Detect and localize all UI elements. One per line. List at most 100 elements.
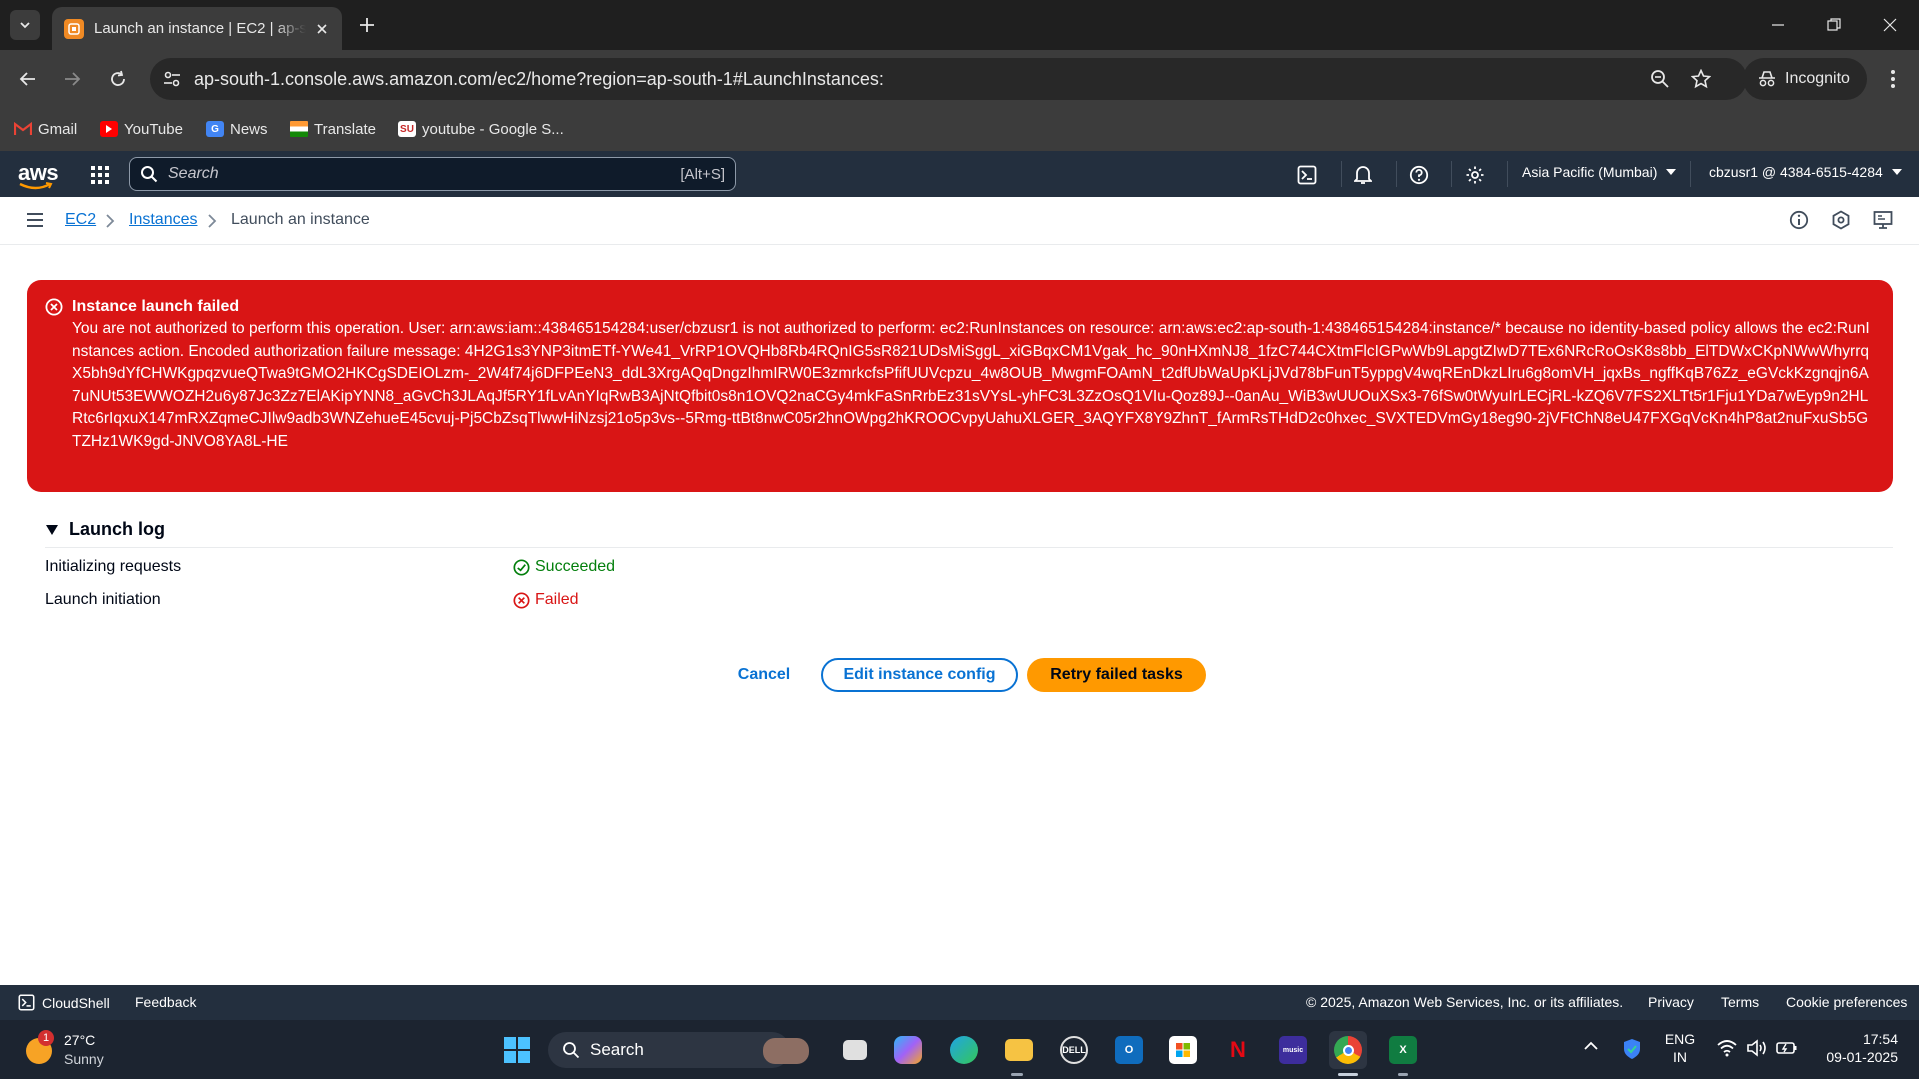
success-check-icon <box>513 558 530 576</box>
arrow-right-icon <box>65 72 81 86</box>
new-tab-button[interactable] <box>354 12 380 38</box>
side-nav-toggle[interactable] <box>26 211 44 229</box>
footer-cloudshell[interactable]: CloudShell <box>18 994 110 1011</box>
edge-button[interactable] <box>945 1031 983 1069</box>
file-explorer-button[interactable] <box>1000 1031 1038 1069</box>
bookmark-youtube-sheet[interactable]: SU youtube - Google S... <box>398 118 564 140</box>
hexagon-settings-icon[interactable] <box>1831 210 1851 230</box>
display-preferences-icon[interactable] <box>1873 210 1893 230</box>
excel-button[interactable]: X <box>1384 1031 1422 1069</box>
volume-icon[interactable] <box>1746 1039 1768 1057</box>
site-settings-icon[interactable] <box>162 69 182 89</box>
zoom-icon[interactable] <box>1650 69 1670 89</box>
chrome-icon <box>1334 1036 1362 1064</box>
footer-terms[interactable]: Terms <box>1721 994 1759 1010</box>
bookmark-gmail[interactable]: Gmail <box>14 118 77 140</box>
forward-button[interactable] <box>57 64 87 94</box>
language-bottom: IN <box>1673 1049 1687 1065</box>
log-step-status-failed: Failed <box>513 591 579 609</box>
taskbar-search[interactable]: Search <box>548 1032 809 1068</box>
caret-down-icon <box>46 524 58 535</box>
cloudshell-icon[interactable] <box>1295 163 1319 187</box>
nav-divider <box>1690 161 1691 187</box>
breadcrumb-instances[interactable]: Instances <box>129 211 197 229</box>
status-text: Succeeded <box>535 558 616 575</box>
caret-down-icon <box>1891 169 1902 175</box>
restore-button[interactable] <box>1814 10 1854 40</box>
search-placeholder: Search <box>168 165 219 182</box>
footer-copyright: © 2025, Amazon Web Services, Inc. or its… <box>1306 994 1624 1010</box>
edit-instance-config-button[interactable]: Edit instance config <box>821 658 1018 692</box>
dell-button[interactable]: DELL <box>1055 1031 1093 1069</box>
copilot-button[interactable] <box>889 1031 927 1069</box>
bookmark-news[interactable]: G News <box>206 118 268 140</box>
outlook-button[interactable]: O <box>1110 1031 1148 1069</box>
account-menu[interactable]: cbzusr1 @ 4384-6515-4284 <box>1709 164 1903 180</box>
bookmark-youtube[interactable]: YouTube <box>100 118 183 140</box>
chevron-right-icon <box>204 211 220 231</box>
account-label: cbzusr1 @ 4384-6515-4284 <box>1709 164 1883 180</box>
folder-icon <box>1005 1039 1033 1061</box>
launch-log-toggle[interactable]: Launch log <box>45 519 165 540</box>
excel-icon: X <box>1389 1036 1417 1064</box>
browser-tab-active[interactable]: Launch an instance | EC2 | ap-south-1 <box>52 7 342 50</box>
bookmark-label: youtube - Google S... <box>422 120 564 138</box>
settings-gear-icon[interactable] <box>1463 163 1487 187</box>
reload-button[interactable] <box>103 64 133 94</box>
aws-favicon-icon <box>64 18 84 39</box>
plus-icon <box>360 18 374 32</box>
battery-icon[interactable] <box>1776 1040 1798 1056</box>
tab-search-button[interactable] <box>10 10 40 40</box>
amazon-music-button[interactable]: music <box>1274 1031 1312 1069</box>
info-icon[interactable] <box>1789 210 1809 230</box>
clock[interactable]: 17:54 09-01-2025 <box>1808 1030 1898 1066</box>
address-bar[interactable]: ap-south-1.console.aws.amazon.com/ec2/ho… <box>150 58 1747 100</box>
back-button[interactable] <box>13 64 43 94</box>
nav-divider <box>1341 161 1342 187</box>
cancel-button[interactable]: Cancel <box>726 658 802 692</box>
url-text: ap-south-1.console.aws.amazon.com/ec2/ho… <box>194 68 884 89</box>
wifi-icon[interactable] <box>1716 1039 1738 1057</box>
log-step-label: Initializing requests <box>45 558 182 575</box>
task-view-button[interactable] <box>836 1031 874 1069</box>
start-button[interactable] <box>498 1031 536 1069</box>
weather-temp: 27°C <box>64 1032 96 1048</box>
language-indicator[interactable]: ENG IN <box>1660 1030 1700 1066</box>
close-window-button[interactable] <box>1870 10 1910 40</box>
services-menu-icon[interactable] <box>88 163 112 187</box>
caret-down-icon <box>1666 169 1677 175</box>
footer-cookie-preferences[interactable]: Cookie preferences <box>1786 994 1907 1010</box>
hamburger-menu-icon <box>27 213 43 227</box>
defender-shield-icon[interactable] <box>1622 1038 1642 1060</box>
aws-search-input[interactable]: Search [Alt+S] <box>129 157 736 191</box>
taskbar-search-label: Search <box>590 1040 644 1059</box>
footer-feedback[interactable]: Feedback <box>135 994 196 1010</box>
bookmark-translate[interactable]: Translate <box>290 118 376 140</box>
chevron-down-icon <box>20 22 30 29</box>
clock-date: 09-01-2025 <box>1826 1049 1898 1065</box>
footer-privacy[interactable]: Privacy <box>1648 994 1694 1010</box>
search-icon <box>563 1042 580 1059</box>
minimize-button[interactable] <box>1758 10 1798 40</box>
error-circle-icon <box>513 591 530 609</box>
browser-tab-strip: Launch an instance | EC2 | ap-south-1 <box>0 0 1919 50</box>
netflix-button[interactable]: N <box>1219 1031 1257 1069</box>
tray-overflow-chevron-icon[interactable] <box>1584 1041 1598 1051</box>
tab-close-icon[interactable] <box>312 19 332 39</box>
incognito-indicator[interactable]: Incognito <box>1743 58 1867 100</box>
log-step-label: Launch initiation <box>45 591 161 608</box>
store-button[interactable] <box>1164 1031 1202 1069</box>
bookmark-star-icon[interactable] <box>1691 69 1711 89</box>
browser-menu-button[interactable] <box>1878 64 1908 94</box>
aws-logo[interactable]: aws <box>18 160 59 190</box>
help-icon[interactable] <box>1407 163 1431 187</box>
notifications-bell-icon[interactable] <box>1351 163 1375 187</box>
region-selector[interactable]: Asia Pacific (Mumbai) <box>1522 164 1677 180</box>
windows-taskbar: 1 27°C Sunny Search DELL O N music X ENG… <box>0 1020 1919 1079</box>
search-highlight-icon <box>763 1038 809 1064</box>
chrome-button[interactable] <box>1329 1031 1367 1069</box>
weather-widget[interactable]: 1 27°C Sunny <box>26 1030 126 1072</box>
breadcrumb-ec2[interactable]: EC2 <box>65 211 96 229</box>
retry-failed-tasks-button[interactable]: Retry failed tasks <box>1027 658 1206 692</box>
translate-icon <box>290 121 308 137</box>
